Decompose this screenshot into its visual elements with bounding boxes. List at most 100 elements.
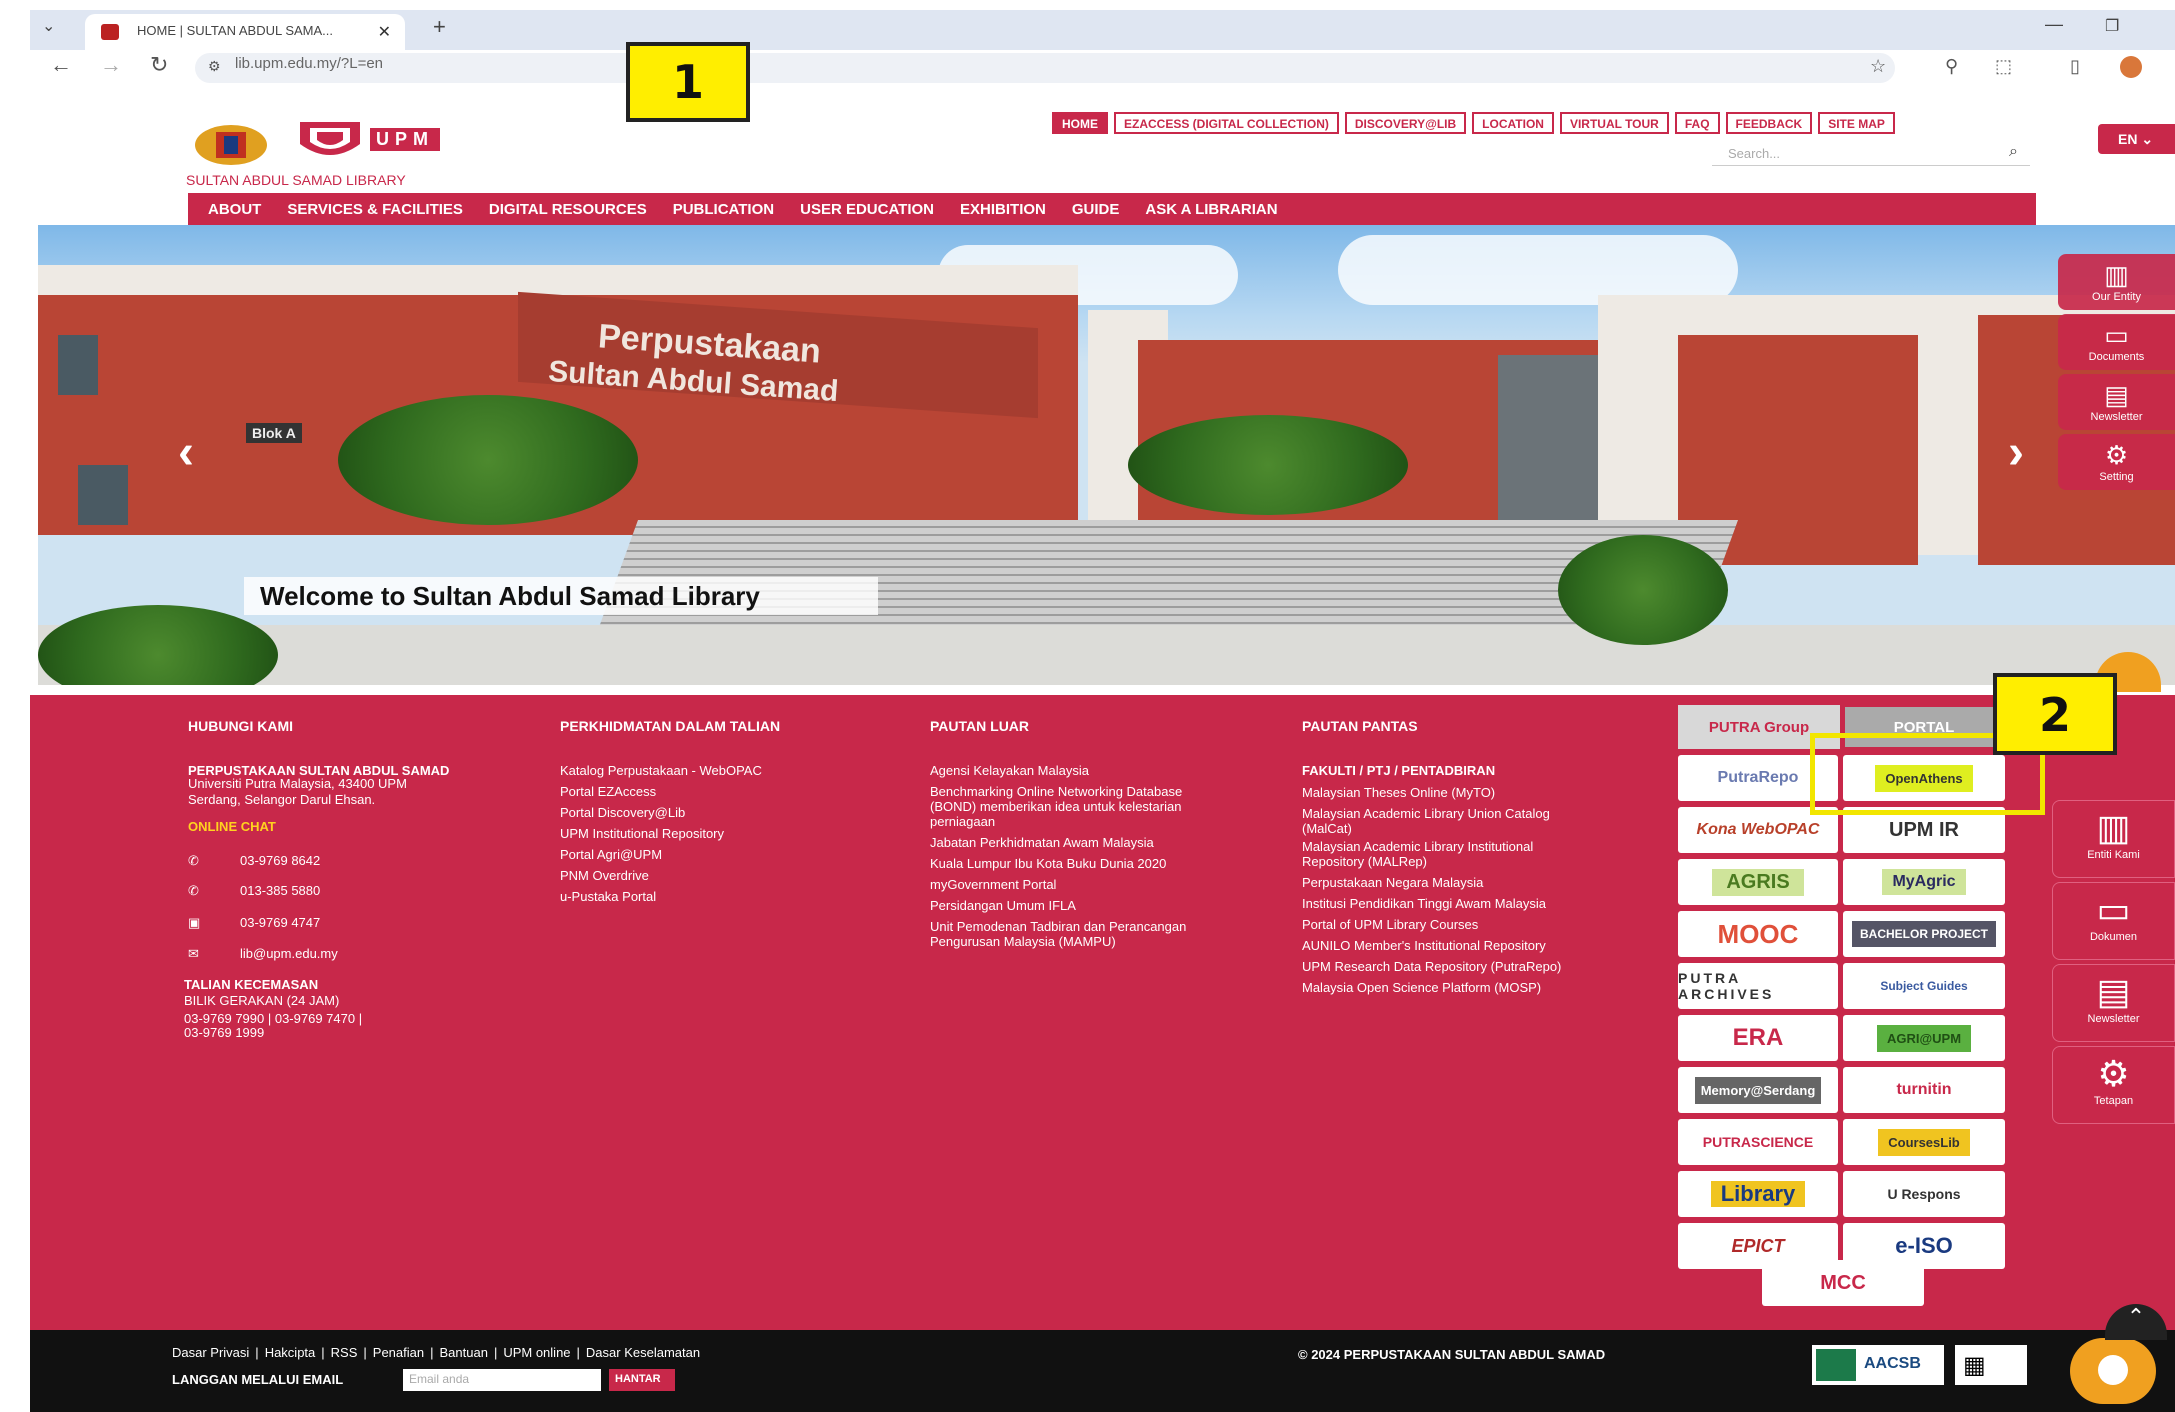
search-input[interactable]: Search... ⌕ [1712, 142, 2030, 166]
external-link[interactable]: myGovernment Portal [930, 874, 1270, 895]
nav-about[interactable]: ABOUT [208, 201, 261, 218]
topnav-faq[interactable]: FAQ [1674, 112, 1720, 134]
portal-myagric[interactable]: MyAgric [1843, 859, 2005, 905]
nav-exhibition[interactable]: EXHIBITION [960, 201, 1046, 218]
nav-guide[interactable]: GUIDE [1072, 201, 1120, 218]
quick-link[interactable]: Malaysian Theses Online (MyTO) [1302, 782, 1642, 803]
portal-putrascience[interactable]: PUTRASCIENCE [1678, 1119, 1838, 1165]
safety-policy-link[interactable]: Dasar Keselamatan [586, 1345, 700, 1360]
portal-mcc[interactable]: MCC [1762, 1260, 1924, 1306]
prev-slide-arrow[interactable]: ‹ [178, 425, 194, 480]
side-tab-entiti-kami[interactable]: ▥ Entiti Kami [2052, 800, 2175, 878]
email-subscribe-input[interactable]: Email anda [403, 1369, 601, 1391]
portal-u-respons[interactable]: U Respons [1843, 1171, 2005, 1217]
external-link-cont[interactable]: Pengurusan Malaysia (MAMPU) [930, 934, 1270, 949]
sidepanel-icon[interactable]: ▯ [2070, 56, 2090, 76]
help-link[interactable]: Bantuan [440, 1345, 488, 1360]
service-link[interactable]: Portal Agri@UPM [560, 844, 880, 865]
external-link[interactable]: Jabatan Perkhidmatan Awam Malaysia [930, 832, 1270, 853]
copyright-link[interactable]: Hakcipta [265, 1345, 316, 1360]
back-icon[interactable]: ← [50, 52, 72, 78]
side-tab-newsletter-footer[interactable]: ▤ Newsletter [2052, 964, 2175, 1042]
external-link-cont[interactable]: perniagaan [930, 814, 1270, 829]
quick-link[interactable]: Portal of UPM Library Courses [1302, 914, 1642, 935]
portal-agri-upm[interactable]: AGRI@UPM [1843, 1015, 2005, 1061]
side-tab-newsletter[interactable]: ▤ Newsletter [2058, 374, 2175, 430]
chat-widget-button[interactable] [2070, 1338, 2156, 1404]
address-bar[interactable] [195, 53, 1895, 83]
portal-bachelor-project[interactable]: BACHELOR PROJECT [1843, 911, 2005, 957]
portal-courseslib[interactable]: CoursesLib [1843, 1119, 2005, 1165]
side-tab-dokumen[interactable]: ▭ Dokumen [2052, 882, 2175, 960]
quick-link[interactable]: Malaysia Open Science Platform (MOSP) [1302, 977, 1642, 998]
disclaimer-link[interactable]: Penafian [373, 1345, 424, 1360]
portal-mooc[interactable]: MOOC [1678, 911, 1838, 957]
topnav-home[interactable]: HOME [1052, 112, 1108, 134]
online-chat-link[interactable]: ONLINE CHAT [188, 816, 276, 837]
close-tab-icon[interactable]: ✕ [378, 22, 391, 42]
external-link[interactable]: Kuala Lumpur Ibu Kota Buku Dunia 2020 [930, 853, 1270, 874]
browser-tab[interactable]: HOME | SULTAN ABDUL SAMA... ✕ [85, 14, 405, 50]
external-link[interactable]: Persidangan Umum IFLA [930, 895, 1270, 916]
search-icon[interactable]: ⌕ [2009, 143, 2018, 161]
portal-turnitin[interactable]: turnitin [1843, 1067, 2005, 1113]
language-selector[interactable]: EN ⌄ [2098, 124, 2175, 154]
side-tab-entity[interactable]: ▥ Our Entity [2058, 254, 2175, 310]
portal-library[interactable]: Library [1678, 1171, 1838, 1217]
profile-avatar[interactable] [2120, 56, 2142, 78]
portal-subject-guides[interactable]: Subject Guides [1843, 963, 2005, 1009]
quick-link[interactable]: UPM Research Data Repository (PutraRepo) [1302, 956, 1642, 977]
nav-ask-librarian[interactable]: ASK A LIBRARIAN [1145, 201, 1277, 218]
service-link[interactable]: Katalog Perpustakaan - WebOPAC [560, 760, 880, 781]
subscribe-button[interactable]: HANTAR [609, 1369, 675, 1391]
nav-services[interactable]: SERVICES & FACILITIES [287, 201, 463, 218]
side-tab-tetapan[interactable]: ⚙ Tetapan [2052, 1046, 2175, 1124]
topnav-location[interactable]: LOCATION [1472, 112, 1554, 134]
rss-link[interactable]: RSS [331, 1345, 358, 1360]
topnav-feedback[interactable]: FEEDBACK [1725, 112, 1813, 134]
external-link[interactable]: Unit Pemodenan Tadbiran dan Perancangan [930, 919, 1270, 934]
portal-putra-archives[interactable]: PUTRA ARCHIVES [1678, 963, 1838, 1009]
site-info-icon[interactable]: ⚙ [208, 58, 221, 75]
puzzle-icon[interactable]: ⬚ [1995, 56, 2015, 76]
service-link[interactable]: Portal Discovery@Lib [560, 802, 880, 823]
topnav-discovery[interactable]: DISCOVERY@LIB [1344, 112, 1467, 134]
privacy-link[interactable]: Dasar Privasi [172, 1345, 249, 1360]
portal-agris[interactable]: AGRIS [1678, 859, 1838, 905]
quick-link[interactable]: Malaysian Academic Library Institutional [1302, 839, 1642, 854]
nav-user-education[interactable]: USER EDUCATION [800, 201, 934, 218]
side-tab-documents[interactable]: ▭ Documents [2058, 314, 2175, 370]
phone-2[interactable]: 013-385 5880 [240, 880, 320, 901]
quick-link-cont[interactable]: Repository (MALRep) [1302, 854, 1642, 869]
quick-link[interactable]: Perpustakaan Negara Malaysia [1302, 872, 1642, 893]
forward-icon[interactable]: → [100, 52, 122, 78]
reload-icon[interactable]: ↻ [150, 52, 168, 78]
email-link[interactable]: lib@upm.edu.my [240, 943, 338, 964]
nav-publication[interactable]: PUBLICATION [673, 201, 774, 218]
topnav-ezaccess[interactable]: EZACCESS (DIGITAL COLLECTION) [1114, 112, 1339, 134]
external-link[interactable]: Agensi Kelayakan Malaysia [930, 760, 1270, 781]
quick-link[interactable]: Institusi Pendidikan Tinggi Awam Malaysi… [1302, 893, 1642, 914]
new-tab-icon[interactable]: + [433, 14, 446, 40]
next-slide-arrow[interactable]: › [2008, 425, 2024, 480]
service-link[interactable]: UPM Institutional Repository [560, 823, 880, 844]
extension-icon[interactable]: ⚲ [1945, 56, 1965, 76]
topnav-virtual-tour[interactable]: VIRTUAL TOUR [1559, 112, 1669, 134]
quick-link[interactable]: AUNILO Member's Institutional Repository [1302, 935, 1642, 956]
tab-list-icon[interactable]: ⌄ [42, 16, 55, 36]
topnav-site-map[interactable]: SITE MAP [1818, 112, 1895, 134]
quick-link-cont[interactable]: (MalCat) [1302, 821, 1642, 836]
bookmark-star-icon[interactable]: ☆ [1870, 56, 1890, 76]
portal-era[interactable]: ERA [1678, 1015, 1838, 1061]
maximize-icon[interactable]: ❐ [2105, 16, 2119, 36]
service-link[interactable]: PNM Overdrive [560, 865, 880, 886]
portal-memory-serdang[interactable]: Memory@Serdang [1678, 1067, 1838, 1113]
minimize-icon[interactable]: — [2045, 14, 2063, 35]
service-link[interactable]: u-Pustaka Portal [560, 886, 880, 907]
nav-digital-resources[interactable]: DIGITAL RESOURCES [489, 201, 647, 218]
phone-1[interactable]: 03-9769 8642 [240, 850, 320, 871]
upm-online-link[interactable]: UPM online [503, 1345, 570, 1360]
service-link[interactable]: Portal EZAccess [560, 781, 880, 802]
side-tab-setting[interactable]: ⚙ Setting [2058, 434, 2175, 490]
external-link[interactable]: Benchmarking Online Networking Database [930, 784, 1270, 799]
